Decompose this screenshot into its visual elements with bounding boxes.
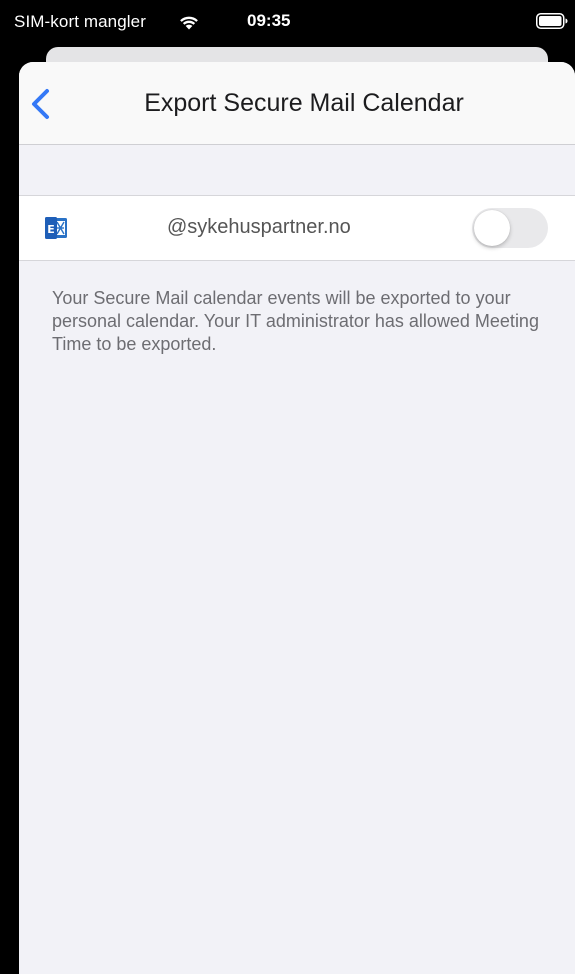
battery-icon [536, 13, 568, 29]
wifi-icon [180, 16, 198, 30]
status-bar: SIM-kort mangler 09:35 [0, 0, 575, 40]
svg-text:E: E [47, 223, 55, 236]
chevron-left-icon [32, 89, 49, 119]
account-email: @sykehuspartner.no [167, 216, 351, 238]
carrier-label: SIM-kort mangler [14, 12, 146, 31]
navigation-bar: Export Secure Mail Calendar [19, 62, 575, 145]
back-button[interactable] [25, 84, 65, 124]
export-calendar-sheet: Export Secure Mail Calendar E @sykehuspa… [19, 62, 575, 974]
account-row: E @sykehuspartner.no [19, 195, 575, 261]
page-title: Export Secure Mail Calendar [144, 89, 464, 117]
toggle-knob [474, 210, 510, 246]
export-toggle[interactable] [472, 208, 548, 248]
status-time: 09:35 [247, 11, 291, 30]
export-description: Your Secure Mail calendar events will be… [52, 288, 539, 354]
screen: SIM-kort mangler 09:35 Export Secure Mai… [0, 0, 575, 974]
exchange-icon: E [45, 217, 67, 239]
